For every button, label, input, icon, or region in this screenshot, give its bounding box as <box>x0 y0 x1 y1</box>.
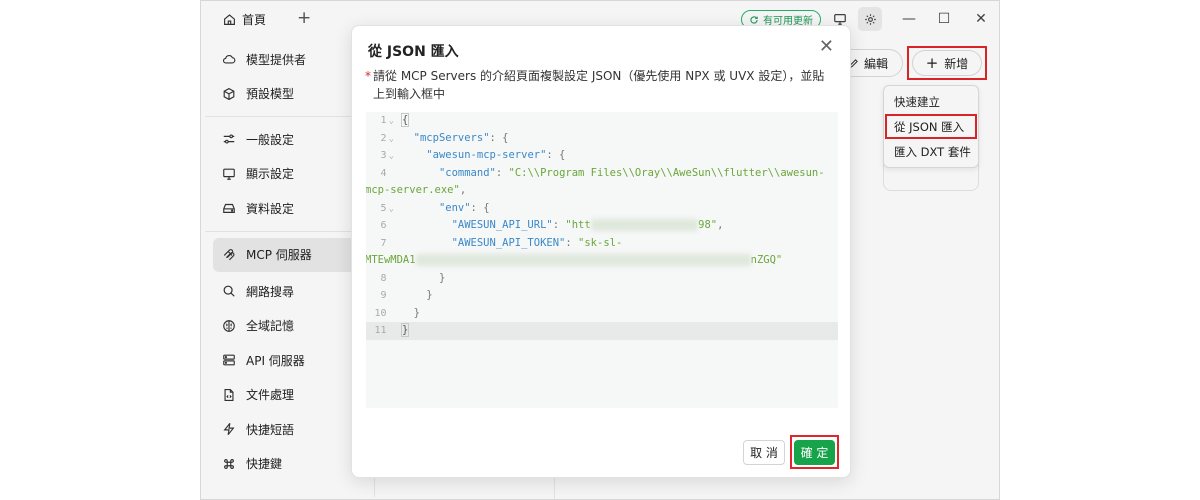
line-number: 1 <box>380 115 387 126</box>
code-token: 98" <box>698 219 718 231</box>
confirm-button-highlight: 確 定 <box>790 435 839 469</box>
line-number: 11 <box>374 325 387 336</box>
dialog-description: * 請從 MCP Servers 的介紹頁面複製設定 JSON（優先使用 NPX… <box>365 67 833 103</box>
code-token: "sk-sl- <box>578 236 623 249</box>
code-token: "awesun-mcp-server" <box>426 149 547 161</box>
code-token: } <box>426 289 433 301</box>
line-number: 10 <box>374 307 387 319</box>
code-token: "AWESUN_API_URL" <box>451 219 553 231</box>
required-mark: * <box>365 69 371 83</box>
fold-icon[interactable]: ⌄ <box>389 204 394 214</box>
app-window: 首頁 + 有可用更新 — ☐ ✕ 模型提供者 預設模型 一般設定 顯示設定 資料… <box>200 0 1000 500</box>
code-line: 6⌄ "AWESUN_API_URL": "httxxxxxxxxxxxxxxx… <box>366 217 838 235</box>
code-token: } <box>438 271 446 284</box>
code-line: 10⌄ } <box>366 305 838 323</box>
code-line: MTEwMDA1xxxxxxxxxxxxxxxxxxxxxxxxxxxxxxxx… <box>366 252 838 270</box>
code-token: : { <box>470 201 490 214</box>
json-editor[interactable]: 1 ⌄ { 2 ⌄ "mcpServers": { 3 ⌄ "awesun-mcp-s… <box>366 112 838 408</box>
line-number: 4 <box>380 167 387 179</box>
redacted-value: xxxxxxxxxxxxxxxxx <box>590 219 699 231</box>
code-token: , <box>717 219 724 231</box>
code-token: nZGQ" <box>750 254 783 266</box>
line-number: 5 <box>380 202 387 214</box>
line-number: 6 <box>380 220 387 231</box>
line-number: 7 <box>380 237 387 249</box>
code-token: } <box>401 323 410 337</box>
code-token: "mcpServers" <box>413 131 490 144</box>
fold-icon[interactable]: ⌄ <box>389 134 394 144</box>
code-line: 3 ⌄ "awesun-mcp-server": { <box>366 147 838 165</box>
code-line: mcp-server.exe", <box>366 182 838 200</box>
dialog-title: 從 JSON 匯入 <box>368 44 459 60</box>
line-number: 8 <box>380 272 387 284</box>
import-json-dialog: 從 JSON 匯入 ✕ * 請從 MCP Servers 的介紹頁面複製設定 J… <box>351 25 851 478</box>
line-number: 2 <box>380 132 387 144</box>
code-line-current: 11⌄ } <box>366 322 838 340</box>
code-token: "C:\\Program Files\\Oray\\AweSun\\flutte… <box>508 166 825 179</box>
code-line: 9⌄ } <box>366 287 838 305</box>
code-token: : <box>565 236 579 249</box>
line-number: 3 <box>380 150 387 161</box>
code-token: { <box>401 113 410 127</box>
code-token: : { <box>546 149 566 161</box>
code-line: 5 ⌄ "env": { <box>366 200 838 218</box>
code-token: "command" <box>438 166 496 179</box>
code-line: 8⌄ } <box>366 270 838 288</box>
fold-icon[interactable]: ⌄ <box>389 151 394 161</box>
code-token: "htt <box>565 219 591 231</box>
cancel-button[interactable]: 取 消 <box>743 440 785 465</box>
code-token: : <box>495 166 509 179</box>
code-token: "AWESUN_API_TOKEN" <box>451 236 566 249</box>
line-number: 9 <box>380 290 387 301</box>
code-token: : { <box>489 131 509 144</box>
code-line: 4⌄ "command": "C:\\Program Files\\Oray\\… <box>366 165 838 183</box>
code-line: 2 ⌄ "mcpServers": { <box>366 130 838 148</box>
code-line: 1 ⌄ { <box>366 112 838 130</box>
code-token: } <box>413 306 420 319</box>
code-token: , <box>459 184 467 196</box>
description-text: 請從 MCP Servers 的介紹頁面複製設定 JSON（優先使用 NPX 或… <box>373 69 825 101</box>
code-token: "env" <box>438 201 471 214</box>
code-token: : <box>552 219 566 231</box>
close-icon[interactable]: ✕ <box>819 38 834 56</box>
fold-icon[interactable]: ⌄ <box>389 116 394 126</box>
confirm-button[interactable]: 確 定 <box>794 439 835 465</box>
code-line: 7⌄ "AWESUN_API_TOKEN": "sk-sl- <box>366 235 838 253</box>
redacted-value: xxxxxxxxxxxxxxxxxxxxxxxxxxxxxxxxxxxxxxxx… <box>415 254 751 266</box>
